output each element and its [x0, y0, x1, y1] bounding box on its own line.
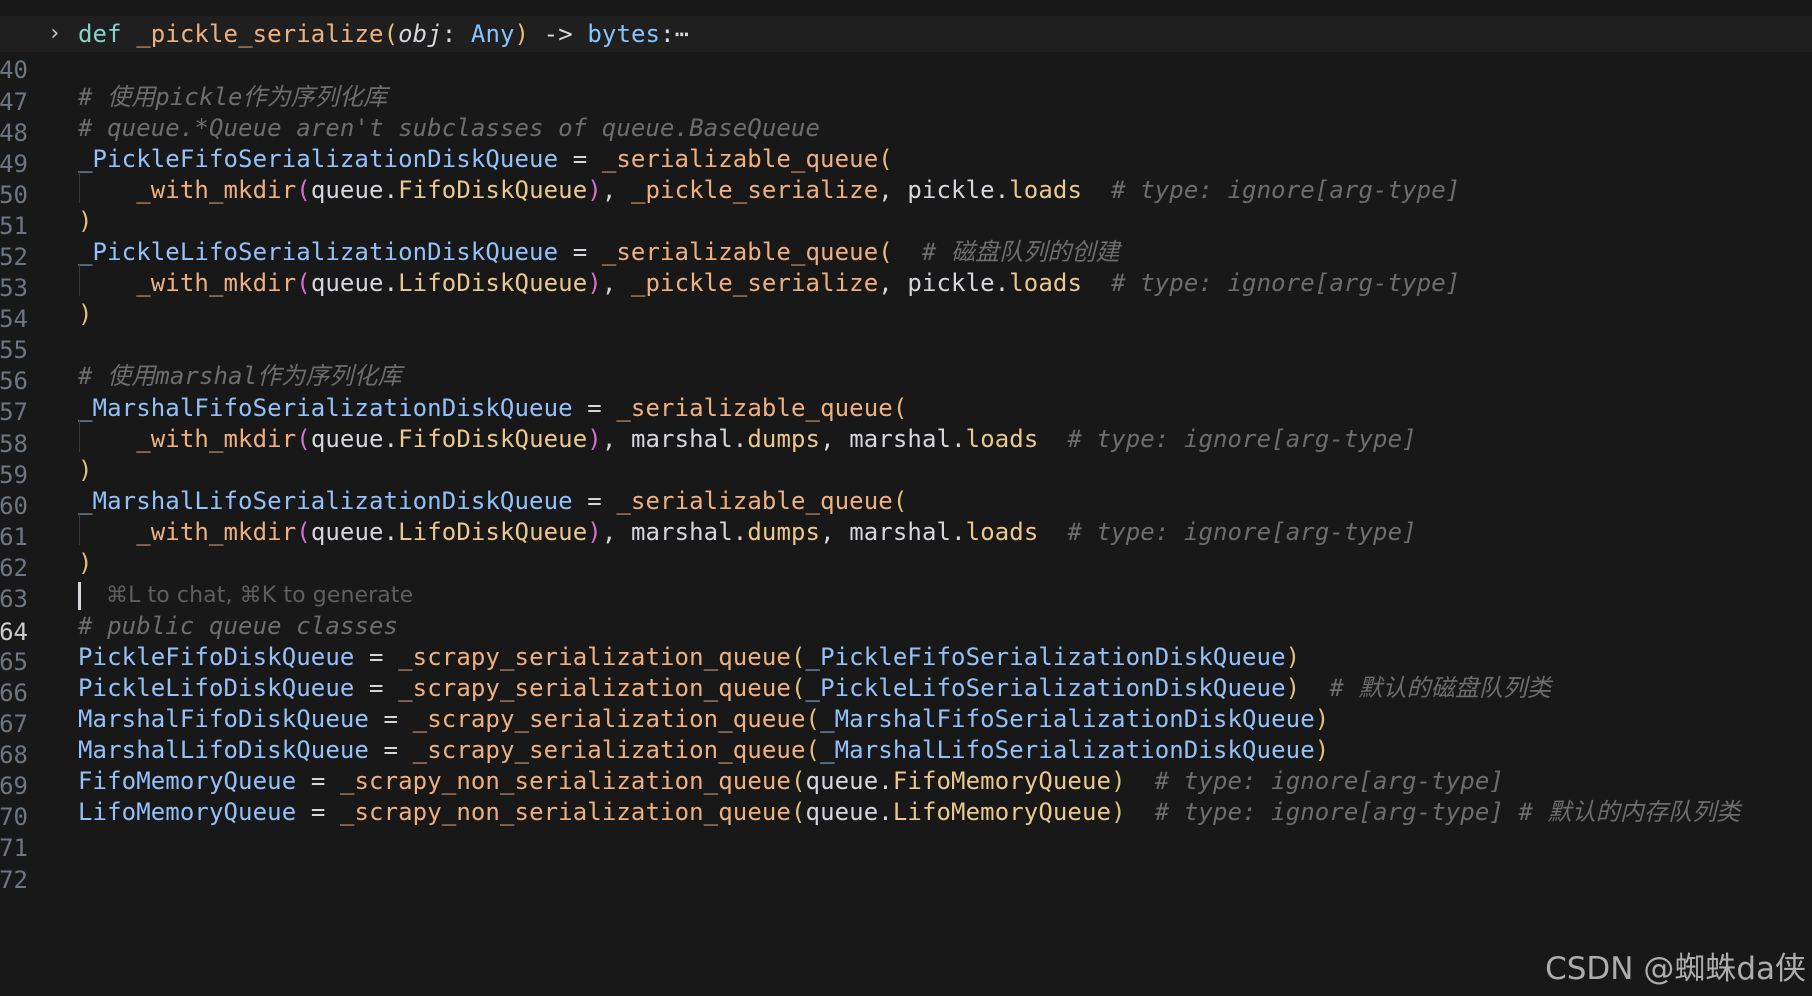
indent-guide	[79, 265, 80, 296]
code-text[interactable]: )	[78, 545, 93, 581]
text-cursor	[78, 582, 81, 610]
indent-guide	[79, 172, 80, 203]
folded-ellipsis: ⋯	[674, 20, 690, 48]
indent-guide	[79, 421, 80, 452]
line-number: 72	[0, 866, 28, 894]
code-text[interactable]: LifoMemoryQueue = _scrapy_non_serializat…	[78, 794, 1740, 830]
code-text[interactable]: def _pickle_serialize(obj: Any) -> bytes…	[78, 16, 689, 52]
watermark: CSDN @蜘蛛da侠	[1545, 951, 1806, 987]
code-line: 72	[0, 826, 1812, 894]
code-line: 71 LifoMemoryQueue = _scrapy_non_seriali…	[0, 794, 1812, 862]
code-line: 57 # 使用marshal作为序列化库	[0, 358, 1812, 426]
code-line-folded: 40 › def _pickle_serialize(obj: Any) -> …	[0, 16, 1812, 84]
comment[interactable]: # 使用marshal作为序列化库	[78, 358, 402, 394]
code-line: 63 )	[0, 545, 1812, 613]
code-editor[interactable]: 39 40 › def _pickle_serialize(obj: Any) …	[0, 0, 1812, 996]
chevron-right-icon[interactable]: ›	[48, 16, 64, 52]
indent-guide	[79, 514, 80, 545]
